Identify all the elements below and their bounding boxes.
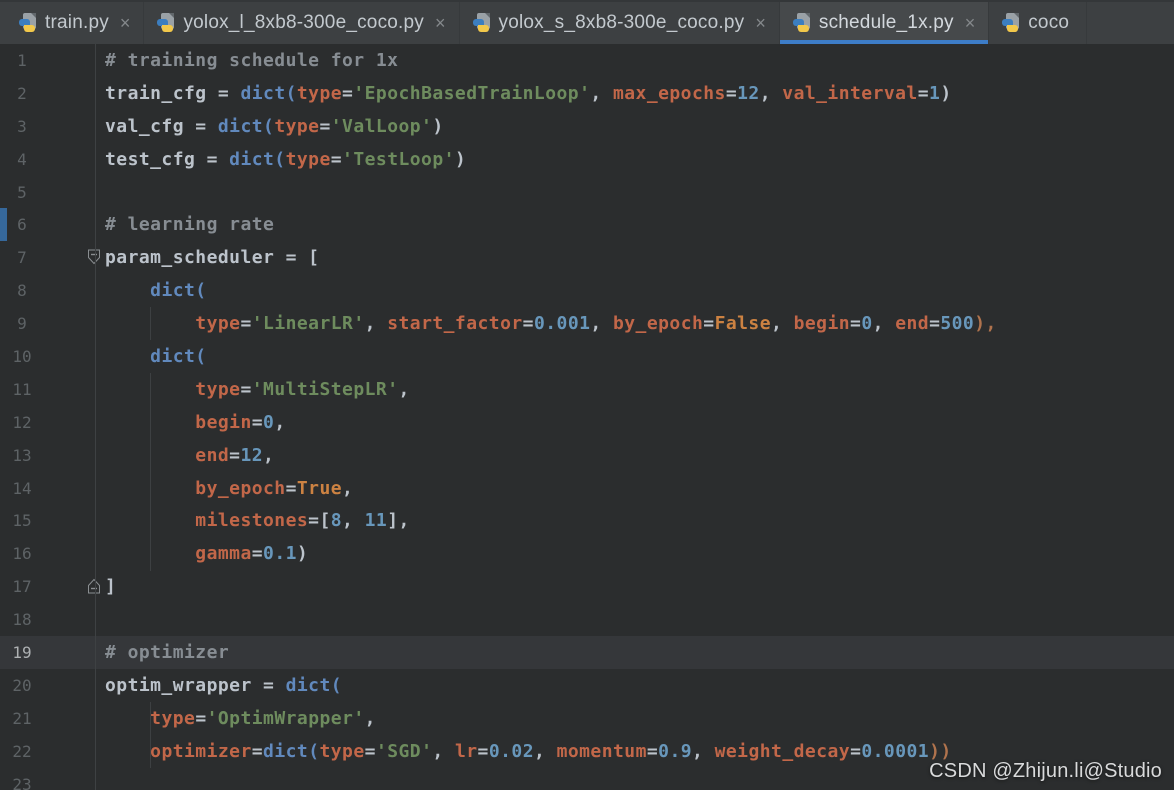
editor-tab-bar: train.py × yolox_l_8xb8-300e_coco.py × yolox…	[0, 0, 1174, 44]
line-number[interactable]: 14	[0, 479, 44, 498]
code-line[interactable]: 10 dict(	[0, 340, 1174, 373]
line-number[interactable]: 23	[0, 775, 44, 790]
line-number[interactable]: 17	[0, 577, 44, 596]
python-file-icon	[792, 13, 812, 33]
line-number[interactable]: 10	[0, 347, 44, 366]
code-text: gamma=0.1)	[195, 543, 309, 565]
indent-guide	[150, 307, 151, 340]
tab-yolox-s-8xb8-300e-coco-py[interactable]: yolox_s_8xb8-300e_coco.py ×	[460, 2, 780, 44]
python-file-icon	[472, 13, 492, 33]
tab-train-py[interactable]: train.py ×	[6, 2, 145, 44]
tab-schedule-1x-py[interactable]: schedule_1x.py ×	[779, 2, 990, 44]
python-file-icon	[19, 13, 38, 33]
code-line[interactable]: 14 by_epoch=True,	[0, 472, 1174, 505]
line-number[interactable]: 11	[0, 380, 44, 399]
line-number[interactable]: 18	[0, 610, 44, 629]
code-editor[interactable]: 1 # training schedule for 1x 2 train_cfg = …	[0, 44, 1174, 790]
tab-label: yolox_s_8xb8-300e_coco.py	[498, 12, 745, 33]
code-text: begin=0,	[195, 411, 286, 433]
code-line[interactable]: 20 optim_wrapper = dict(	[0, 669, 1174, 702]
left-blue-marker	[0, 208, 7, 242]
code-text: type='OptimWrapper',	[150, 707, 376, 729]
tab-label: schedule_1x.py	[818, 12, 954, 33]
code-line[interactable]: 8 dict(	[0, 274, 1174, 307]
python-file-icon	[157, 13, 176, 33]
code-text: milestones=[8, 11],	[195, 510, 410, 532]
code-text: optim_wrapper = dict(	[105, 674, 343, 696]
code-line[interactable]: 1 # training schedule for 1x	[0, 44, 1174, 77]
code-text: optimizer=dict(type='SGD', lr=0.02, mome…	[150, 740, 952, 762]
fold-start-marker[interactable]	[87, 249, 101, 265]
line-number[interactable]: 13	[0, 446, 44, 465]
tab-close-icon[interactable]: ×	[965, 14, 976, 32]
line-number[interactable]: 19	[0, 643, 44, 662]
code-text: by_epoch=True,	[195, 477, 354, 499]
line-number[interactable]: 20	[0, 676, 44, 695]
code-text: dict(	[150, 280, 207, 302]
tab-label: coco	[1028, 12, 1070, 33]
code-text: train_cfg = dict(type='EpochBasedTrainLo…	[105, 82, 952, 104]
line-number[interactable]: 4	[0, 150, 44, 169]
line-number[interactable]: 2	[0, 84, 44, 103]
python-file-icon	[1002, 13, 1021, 33]
code-text: # optimizer	[105, 641, 230, 663]
code-line[interactable]: 3 val_cfg = dict(type='ValLoop')	[0, 110, 1174, 143]
line-number[interactable]: 7	[0, 248, 44, 267]
tab-close-icon[interactable]: ×	[120, 14, 131, 32]
line-number[interactable]: 12	[0, 413, 44, 432]
fold-end-marker[interactable]	[87, 578, 101, 594]
code-text: param_scheduler = [	[105, 247, 320, 269]
indent-guide	[150, 702, 151, 768]
code-text: type='LinearLR', start_factor=0.001, by_…	[195, 313, 997, 335]
gutter-separator	[95, 44, 96, 790]
indent-guide	[150, 373, 151, 571]
code-line[interactable]: 6 # learning rate	[0, 208, 1174, 242]
line-number[interactable]: 16	[0, 544, 44, 563]
tab-close-icon[interactable]: ×	[755, 14, 766, 32]
code-line[interactable]: 15 milestones=[8, 11],	[0, 504, 1174, 537]
code-line[interactable]: 7 param_scheduler = [	[0, 241, 1174, 274]
code-text: dict(	[150, 345, 207, 367]
tab-label: train.py	[45, 12, 109, 33]
code-line[interactable]: 16 gamma=0.1)	[0, 537, 1174, 570]
tab-close-icon[interactable]: ×	[435, 14, 446, 32]
code-line[interactable]: 5	[0, 176, 1174, 209]
line-number[interactable]: 9	[0, 314, 44, 333]
tab-coco[interactable]: coco	[989, 2, 1088, 44]
code-line[interactable]: 2 train_cfg = dict(type='EpochBasedTrainL…	[0, 77, 1174, 110]
code-line[interactable]: 13 end=12,	[0, 439, 1174, 472]
code-line[interactable]: 4 test_cfg = dict(type='TestLoop')	[0, 143, 1174, 176]
line-number[interactable]: 15	[0, 511, 44, 530]
code-text: # learning rate	[105, 214, 275, 236]
line-number[interactable]: 8	[0, 281, 44, 300]
code-text: test_cfg = dict(type='TestLoop')	[105, 148, 467, 170]
code-line[interactable]: 19 # optimizer	[0, 636, 1174, 669]
code-line[interactable]: 18	[0, 603, 1174, 636]
code-line[interactable]: 12 begin=0,	[0, 406, 1174, 439]
code-text: end=12,	[195, 444, 275, 466]
code-line[interactable]: 17]	[0, 570, 1174, 603]
tab-label: yolox_l_8xb8-300e_coco.py	[183, 12, 424, 33]
code-text: val_cfg = dict(type='ValLoop')	[105, 115, 444, 137]
line-number[interactable]: 21	[0, 709, 44, 728]
code-line[interactable]: 9 type='LinearLR', start_factor=0.001, b…	[0, 307, 1174, 340]
line-number[interactable]: 5	[0, 183, 44, 202]
code-line[interactable]: 21 type='OptimWrapper',	[0, 702, 1174, 735]
tab-yolox-l-8xb8-300e-coco-py[interactable]: yolox_l_8xb8-300e_coco.py ×	[144, 2, 460, 44]
watermark: CSDN @Zhijun.li@Studio	[929, 760, 1162, 782]
line-number[interactable]: 22	[0, 742, 44, 761]
code-line[interactable]: 11 type='MultiStepLR',	[0, 373, 1174, 406]
code-text: # training schedule for 1x	[105, 49, 399, 71]
code-text: type='MultiStepLR',	[195, 378, 410, 400]
line-number[interactable]: 3	[0, 117, 44, 136]
line-number[interactable]: 1	[0, 51, 44, 70]
